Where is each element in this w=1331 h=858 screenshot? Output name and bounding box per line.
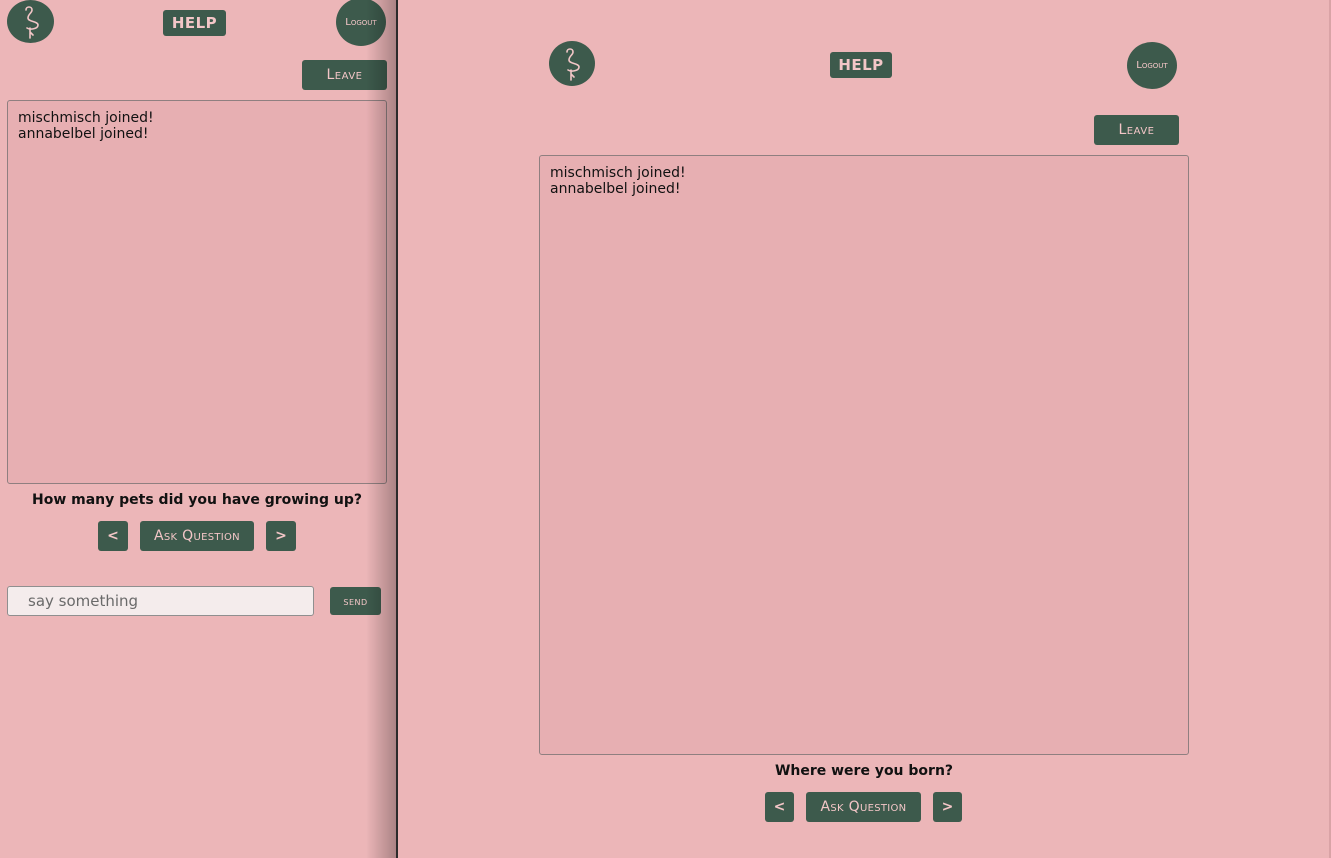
right-pane: HELP Logout Leave mischmisch joined! ann… [398,0,1331,858]
flamingo-icon [24,5,39,39]
chat-message: annabelbel joined! [18,126,149,142]
chat-message: mischmisch joined! [550,165,686,181]
flamingo-icon [566,47,580,81]
message-input[interactable]: say something [7,586,314,616]
previous-question-button[interactable]: < [98,521,128,551]
ask-question-button[interactable]: Ask Question [140,521,254,551]
question-text: Where were you born? [774,763,954,779]
chat-log[interactable]: mischmisch joined! annabelbel joined! [539,155,1189,755]
leave-button[interactable]: Leave [302,60,387,90]
leave-button[interactable]: Leave [1094,115,1179,145]
ask-question-button[interactable]: Ask Question [806,792,921,822]
next-question-button[interactable]: > [933,792,962,822]
chat-log[interactable]: mischmisch joined! annabelbel joined! [7,100,387,484]
help-button[interactable]: HELP [163,10,226,36]
left-pane: HELP Logout Leave mischmisch joined! ann… [0,0,397,858]
previous-question-button[interactable]: < [765,792,794,822]
flamingo-logo-icon[interactable] [549,41,595,86]
logout-button[interactable]: Logout [1127,42,1177,89]
question-text: How many pets did you have growing up? [31,492,363,508]
flamingo-logo-icon[interactable] [7,0,54,43]
help-button[interactable]: HELP [830,52,892,78]
send-button[interactable]: send [330,587,381,615]
chat-message: mischmisch joined! [18,110,154,126]
chat-message: annabelbel joined! [550,181,681,197]
next-question-button[interactable]: > [266,521,296,551]
logout-button[interactable]: Logout [336,0,386,46]
